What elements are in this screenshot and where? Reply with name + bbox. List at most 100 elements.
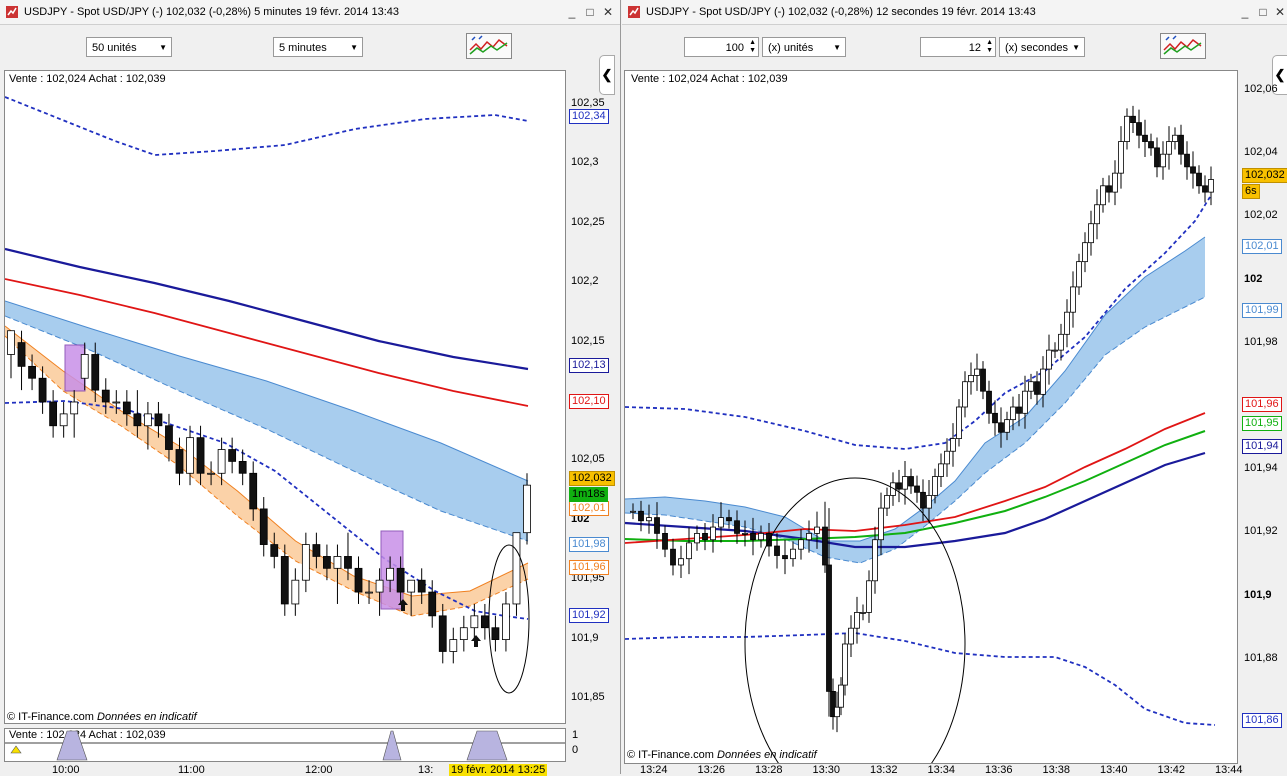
x-tick-label: 13:24 [640,764,668,776]
candle-body [884,495,890,509]
candle-body [630,510,636,513]
candle-body [470,615,479,629]
candle-body [28,365,36,379]
candle-body [344,556,352,569]
upper-dotted-line [5,96,529,156]
candle-body [1130,115,1136,123]
candle-body [1034,381,1040,395]
units-type-value: (x) unités [768,42,814,54]
value-tag: 101,95 [1242,416,1282,432]
candle-body [806,532,812,541]
x-tick-label: 13:36 [985,764,1013,776]
candle-body [1160,153,1166,168]
close-button[interactable]: ✕ [1272,4,1287,20]
close-button[interactable]: ✕ [600,4,616,20]
candle-body [143,413,152,427]
x-tick-label: 13:32 [870,764,898,776]
candle-body [654,517,660,534]
candle-body [323,556,331,569]
indicators-icon [469,35,508,55]
right-toolbar: 100 ▲ ▼ (x) unités ▼ 12 ▲ ▼ (x) secondes ▼ ❮ [622,25,1287,95]
y-tick-label: 102,02 [1244,209,1278,222]
y-tick-label: 101,9 [1244,588,1272,601]
candle-body [1148,141,1154,149]
candle-body [968,374,974,383]
candle-body [122,401,131,415]
left-y-axis: 102,35102,3102,25102,2102,15102,1102,051… [568,70,618,724]
units-type-select[interactable]: (x) unités ▼ [762,37,846,57]
candle-body [694,532,700,544]
x-tick-label: 13:40 [1100,764,1128,776]
y-tick-label: 101,9 [571,631,599,644]
candle-body [59,413,68,427]
period-spinner[interactable]: 12 ▲ ▼ [920,37,996,57]
spinner-arrows-icon[interactable]: ▲ ▼ [986,39,993,55]
period-type-value: (x) secondes [1005,42,1068,54]
candle-body [1046,349,1052,370]
candle-body [1124,115,1130,142]
left-toolbar: 50 unités ▼ 5 minutes ▼ ❮ [0,25,620,95]
value-tag: 101,99 [1242,302,1282,318]
candle-body [822,526,828,566]
minimize-button[interactable]: _ [1237,4,1253,20]
right-titlebar[interactable]: USDJPY - Spot USD/JPY (-) 102,032 (-0,28… [622,0,1287,25]
left-window-title: USDJPY - Spot USD/JPY (-) 102,032 (-0,28… [24,6,400,18]
maximize-button[interactable]: □ [1255,4,1271,20]
x-tick-label: 11:00 [178,764,205,776]
candle-body [814,526,820,534]
x-tick-label: 13:30 [812,764,841,776]
candle-body [449,639,458,652]
candle-body [992,412,998,424]
candle-body [878,507,884,541]
candle-body [112,401,121,404]
value-tag: 101,92 [569,607,609,623]
candle-body [974,368,980,376]
y-tick-label: 102,06 [1244,83,1278,95]
right-main-plot[interactable]: Vente : 102,024 Achat : 102,039 © IT-Fin… [624,70,1238,764]
left-sub-plot: Vente : 102,024 Achat : 102,039 [4,728,566,762]
candle-body [638,510,644,522]
candle-body [502,603,510,641]
candle-body [238,460,247,474]
candle-body [1040,368,1046,395]
candle-body [512,532,521,605]
spinner-arrows-icon[interactable]: ▲ ▼ [749,39,756,55]
chevron-down-icon: ▼ [350,43,358,52]
x-tick-label: 13: [418,764,434,776]
minimize-button[interactable]: _ [564,4,580,20]
candle-body [1202,185,1208,193]
candle-body [826,564,832,692]
cursor-date-label: 19 févr. 2014 13:25 [449,764,548,776]
candle-body [91,354,100,391]
candle-body [17,342,26,367]
left-main-plot[interactable]: Vente : 102,024 Achat : 102,039 © IT-Fin… [4,70,566,724]
value-tag: 101,94 [1242,438,1282,454]
units-select[interactable]: 50 unités ▼ [86,37,172,57]
value-tag: 102,032 [1242,168,1287,184]
candle-body [998,422,1004,433]
period-select-value: 5 minutes [279,42,327,54]
left-titlebar[interactable]: USDJPY - Spot USD/JPY (-) 102,032 (-0,28… [0,0,620,25]
period-select[interactable]: 5 minutes ▼ [273,37,363,57]
candle-body [956,406,962,440]
candle-body [842,643,848,686]
period-type-select[interactable]: (x) secondes ▼ [999,37,1085,57]
chevron-down-icon: ▼ [1072,43,1080,52]
indicators-button[interactable] [1160,33,1206,59]
indicators-button[interactable] [466,33,512,59]
right-x-axis: 13:24 13:26 13:28 13:30 13:32 13:34 13:36 13:38… [624,764,1243,776]
candle-body [1010,406,1016,421]
candle-body [774,545,780,556]
candle-body [228,449,237,462]
candle-body [742,532,748,535]
candle-body [702,532,708,541]
value-tag: 101,96 [569,560,609,576]
units-select-value: 50 unités [92,42,137,54]
units-spinner[interactable]: 100 ▲ ▼ [684,37,759,57]
disclaimer-text: Données en indicatif [97,711,197,723]
maximize-button[interactable]: □ [582,4,598,20]
candle-body [962,381,968,408]
candle-body [333,556,342,569]
value-tag: 1m18s [569,486,609,502]
candle-body [1190,166,1196,174]
